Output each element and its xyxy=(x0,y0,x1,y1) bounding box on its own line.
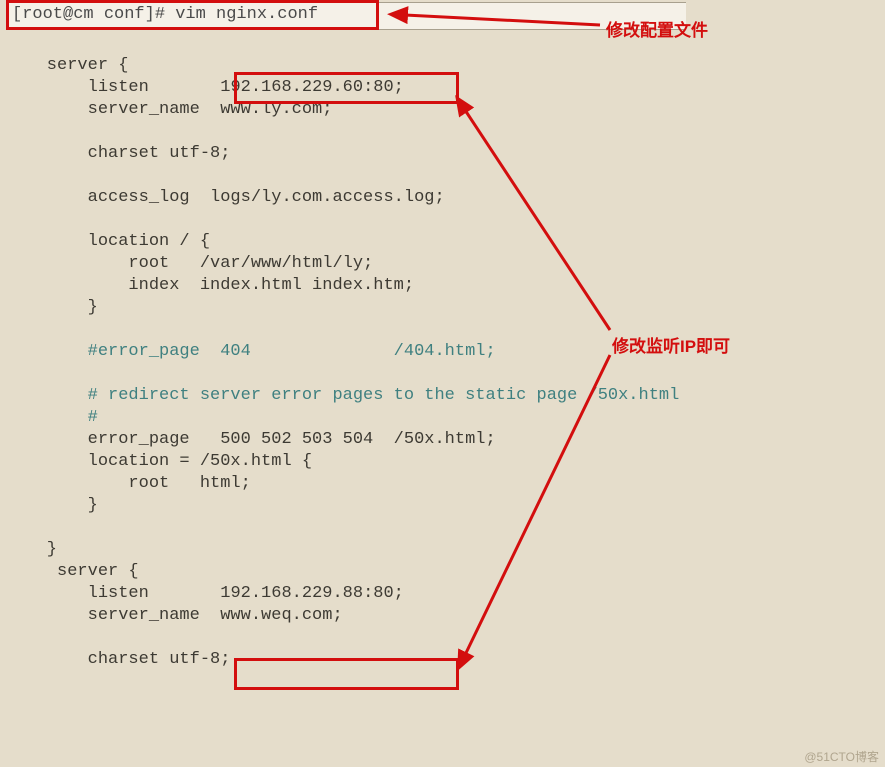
code-line: server_name www.weq.com; xyxy=(6,606,343,625)
code-line: error_page 500 502 503 504 /50x.html; xyxy=(6,430,496,449)
annotation-modify-config: 修改配置文件 xyxy=(606,16,708,41)
code-line: } xyxy=(6,540,57,559)
code-line: charset utf-8; xyxy=(6,144,230,163)
nginx-conf-code: server { listen 192.168.229.60:80; serve… xyxy=(6,55,679,671)
code-line: } xyxy=(6,496,98,515)
terminal-prompt: [root@cm conf]# vim nginx.conf xyxy=(12,5,318,24)
code-line: root /var/www/html/ly; xyxy=(6,254,373,273)
watermark: @51CTO博客 xyxy=(804,748,879,765)
listen-ip-2: 192.168.229.88:80; xyxy=(220,584,404,603)
terminal-header: [root@cm conf]# vim nginx.conf xyxy=(6,2,686,30)
code-line: listen 192.168.229.88:80; xyxy=(6,584,404,603)
code-line: location / { xyxy=(6,232,210,251)
code-comment: # xyxy=(6,408,98,427)
code-comment: #error_page 404 /404.html; xyxy=(6,342,496,361)
code-line: access_log logs/ly.com.access.log; xyxy=(6,188,445,207)
code-line: server { xyxy=(6,562,139,581)
code-comment: # redirect server error pages to the sta… xyxy=(6,386,679,405)
code-line: server_name www.ly.com; xyxy=(6,100,332,119)
code-line: location = /50x.html { xyxy=(6,452,312,471)
code-line: listen 192.168.229.60:80; xyxy=(6,78,404,97)
listen-ip-1: 192.168.229.60:80; xyxy=(220,78,404,97)
code-line: index index.html index.htm; xyxy=(6,276,414,295)
code-line: } xyxy=(6,298,98,317)
code-line: charset utf-8; xyxy=(6,650,230,669)
code-line: root html; xyxy=(6,474,251,493)
code-line: server { xyxy=(6,56,128,75)
